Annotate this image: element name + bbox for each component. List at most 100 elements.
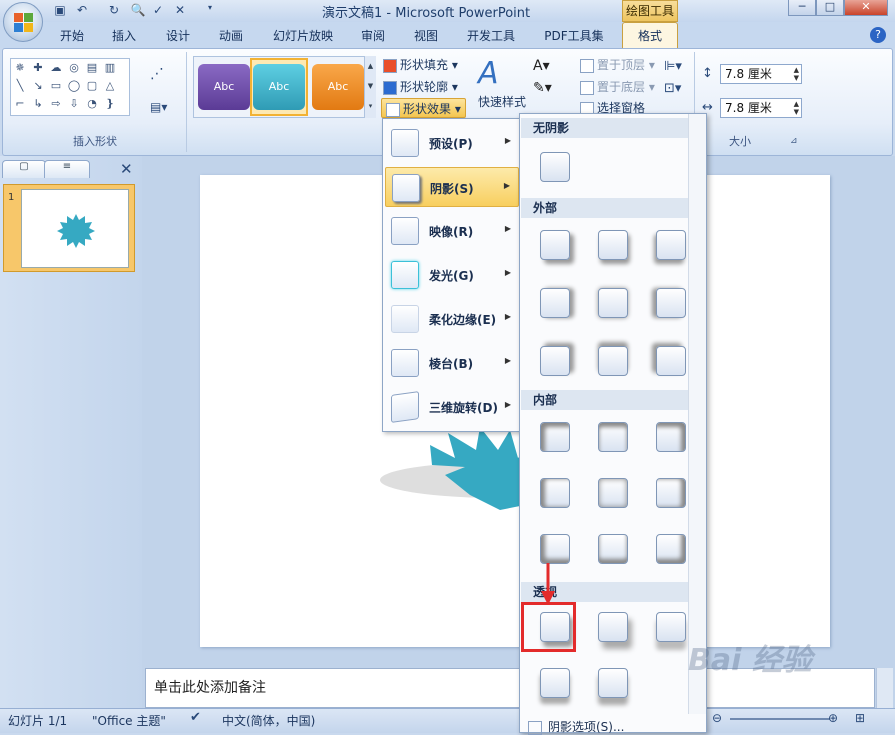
send-to-back-button[interactable]: 置于底层 ▾: [580, 77, 655, 97]
shape-line-icon[interactable]: ╲: [13, 79, 27, 93]
arrange-icons[interactable]: ⊫▾ ⊡▾: [664, 56, 682, 100]
shape-down-arrow-icon[interactable]: ⇩: [67, 97, 81, 111]
shape-star-icon[interactable]: ✵: [13, 61, 27, 75]
save-icon[interactable]: ▣: [52, 3, 68, 19]
bring-to-front-button[interactable]: 置于顶层 ▾: [580, 55, 655, 75]
tab-view[interactable]: 视图: [406, 26, 446, 46]
shape-fill-button[interactable]: 形状填充 ▾: [383, 55, 458, 75]
menu-item-reflection[interactable]: 映像(R) ▶: [385, 211, 519, 251]
spelling-status-icon[interactable]: ✔: [190, 710, 201, 725]
text-outline-icon[interactable]: ✎▾: [533, 80, 552, 96]
shape-effects-button[interactable]: 形状效果 ▾: [381, 98, 466, 118]
shadow-preset-inner[interactable]: [528, 414, 580, 462]
shape-style-purple[interactable]: Abc: [198, 64, 250, 110]
close-pane-icon[interactable]: ✕: [120, 160, 133, 178]
shape-cross-icon[interactable]: ✚: [31, 61, 45, 75]
shape-rectangle-icon[interactable]: ▭: [49, 79, 63, 93]
tab-developer[interactable]: 开发工具: [462, 26, 520, 46]
shadow-preset-outer[interactable]: [528, 280, 580, 328]
language-status[interactable]: 中文(简体，中国): [222, 712, 315, 729]
gallery-scrollbar[interactable]: [688, 114, 706, 714]
height-icon: ↕: [702, 66, 713, 81]
shape-right-arrow-icon[interactable]: ⇨: [49, 97, 63, 111]
shadow-preset-outer[interactable]: [528, 222, 580, 270]
shape-effects-menu: 预设(P) ▶ 阴影(S) ▶ 映像(R) ▶ 发光(G) ▶ 柔化边缘(E) …: [382, 118, 522, 432]
menu-item-glow[interactable]: 发光(G) ▶: [385, 255, 519, 295]
tab-outline[interactable]: ≡: [44, 160, 90, 178]
tab-animation[interactable]: 动画: [211, 26, 251, 46]
tab-pdf-tools[interactable]: PDF工具集: [536, 26, 612, 46]
clear-icon[interactable]: ✕: [172, 3, 188, 19]
edit-shape-icon[interactable]: ⋰: [150, 66, 164, 82]
spelling-icon[interactable]: ✓: [150, 3, 166, 19]
textbox-icon[interactable]: ▤▾: [150, 100, 167, 114]
zoom-slider[interactable]: [730, 718, 830, 720]
shadow-preset-outer[interactable]: [528, 338, 580, 386]
shadow-preset-outer[interactable]: [586, 280, 638, 328]
undo-icon[interactable]: ↶: [74, 3, 90, 19]
width-input[interactable]: 7.8 厘米 ▲ ▼: [720, 98, 802, 118]
vertical-scrollbar[interactable]: [876, 668, 893, 708]
shape-style-orange[interactable]: Abc: [312, 64, 364, 110]
redo-icon[interactable]: ↻: [106, 3, 122, 19]
bevel-icon: [391, 349, 419, 377]
style-gallery-scroll[interactable]: ▲ ▼ ▾: [364, 56, 376, 118]
text-fill-icon[interactable]: A▾: [533, 58, 550, 74]
shape-arrow-line-icon[interactable]: ↘: [31, 79, 45, 93]
shadow-preset-perspective[interactable]: [586, 660, 638, 708]
shadow-preset-perspective[interactable]: [528, 660, 580, 708]
menu-item-3d-rotation[interactable]: 三维旋转(D) ▶: [385, 387, 519, 427]
shadow-options[interactable]: 阴影选项(S)...: [528, 718, 624, 735]
shape-cloud-icon[interactable]: ☁: [49, 61, 63, 75]
menu-item-soft-edges[interactable]: 柔化边缘(E) ▶: [385, 299, 519, 339]
shape-textbox-icon[interactable]: ▤: [85, 61, 99, 75]
customize-icon[interactable]: ▾: [204, 3, 216, 19]
shape-callout-icon[interactable]: ◔: [85, 97, 99, 111]
shadow-preset-inner[interactable]: [586, 470, 638, 518]
menu-item-shadow[interactable]: 阴影(S) ▶: [385, 167, 519, 207]
tab-design[interactable]: 设计: [158, 26, 198, 46]
help-icon[interactable]: ?: [870, 27, 886, 43]
shape-outline-button[interactable]: 形状轮廓 ▾: [383, 77, 458, 97]
shadow-preset-none[interactable]: [528, 144, 580, 192]
shapes-gallery[interactable]: ✵ ✚ ☁ ◎ ▤ ▥ ╲ ↘ ▭ ◯ ▢ △ ⌐ ↳ ⇨ ⇩ ◔ ❵: [10, 58, 130, 116]
office-button[interactable]: [3, 2, 43, 42]
shape-triangle-icon[interactable]: △: [103, 79, 117, 93]
shadow-preview-icon: [540, 478, 570, 508]
shadow-preset-outer[interactable]: [586, 222, 638, 270]
shadow-preset-perspective[interactable]: [586, 604, 638, 652]
shape-rounded-rect-icon[interactable]: ▢: [85, 79, 99, 93]
fit-window-icon[interactable]: ⊞: [855, 711, 865, 725]
shape-elbow-arrow-icon[interactable]: ↳: [31, 97, 45, 111]
shadow-preview-icon: [598, 288, 628, 318]
tab-home[interactable]: 开始: [52, 26, 92, 46]
shadow-preset-inner[interactable]: [586, 414, 638, 462]
zoom-out-icon[interactable]: ⊖: [712, 711, 722, 725]
tab-slides[interactable]: ▢: [2, 160, 46, 178]
slide-thumbnail[interactable]: [21, 189, 129, 268]
shape-brace-icon[interactable]: ❵: [103, 97, 117, 111]
tab-insert[interactable]: 插入: [104, 26, 144, 46]
menu-item-preset[interactable]: 预设(P) ▶: [385, 123, 519, 163]
shape-style-teal[interactable]: Abc: [253, 64, 305, 110]
tab-review[interactable]: 审阅: [353, 26, 393, 46]
shadow-preset-inner[interactable]: [586, 526, 638, 574]
minimize-icon[interactable]: ─: [788, 0, 816, 16]
height-input[interactable]: 7.8 厘米 ▲ ▼: [720, 64, 802, 84]
shape-oval-icon[interactable]: ◯: [67, 79, 81, 93]
close-icon[interactable]: ✕: [844, 0, 888, 16]
size-dialog-launcher-icon[interactable]: ⊿: [790, 136, 798, 146]
print-preview-icon[interactable]: 🔍: [130, 3, 146, 19]
shape-elbow-icon[interactable]: ⌐: [13, 97, 27, 111]
tab-format[interactable]: 格式: [622, 22, 678, 49]
maximize-icon[interactable]: □: [816, 0, 844, 16]
shape-circle-icon[interactable]: ◎: [67, 61, 81, 75]
quick-styles-button[interactable]: 快速样式: [478, 92, 526, 112]
shape-vtextbox-icon[interactable]: ▥: [103, 61, 117, 75]
shadow-preset-inner[interactable]: [528, 470, 580, 518]
shadow-preset-outer[interactable]: [586, 338, 638, 386]
zoom-in-icon[interactable]: ⊕: [828, 711, 838, 725]
section-no-shadow: 无阴影: [521, 118, 690, 138]
tab-slideshow[interactable]: 幻灯片放映: [266, 26, 340, 46]
menu-item-bevel[interactable]: 棱台(B) ▶: [385, 343, 519, 383]
